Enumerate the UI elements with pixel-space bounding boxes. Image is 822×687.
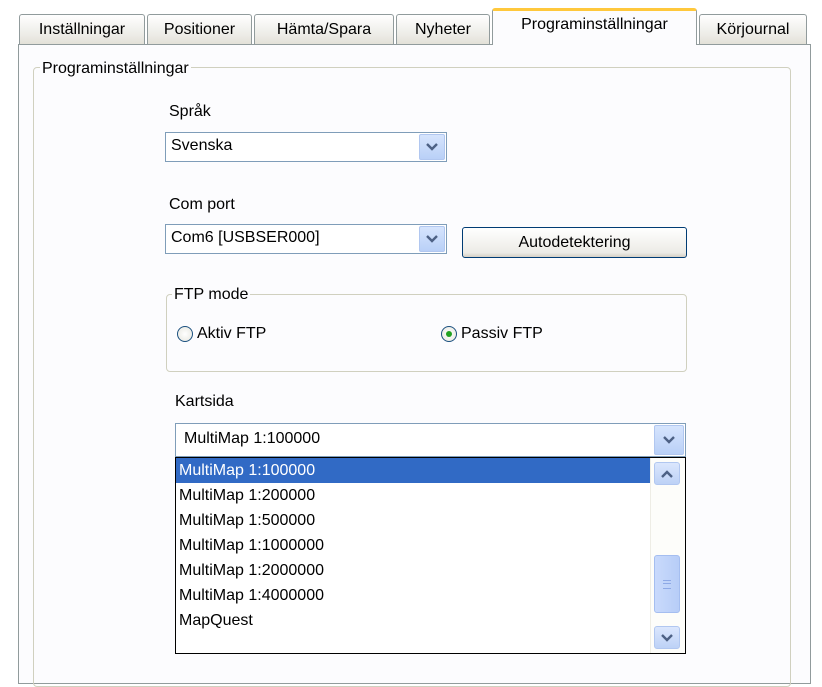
- list-item[interactable]: MultiMap 1:200000: [176, 483, 652, 508]
- tab-korjournal[interactable]: Körjournal: [699, 14, 807, 44]
- list-item[interactable]: MultiMap 1:500000: [176, 508, 652, 533]
- radio-checked-icon: [441, 326, 457, 342]
- scrollbar-thumb[interactable]: [654, 555, 680, 613]
- tab-hamta-spara[interactable]: Hämta/Spara: [254, 14, 394, 44]
- active-ftp-label: Aktiv FTP: [197, 325, 267, 342]
- list-item[interactable]: MultiMap 1:2000000: [176, 558, 652, 583]
- chevron-down-icon[interactable]: [654, 425, 684, 455]
- list-item[interactable]: MapQuest: [176, 608, 652, 633]
- ftp-mode-title: FTP mode: [172, 286, 251, 304]
- com-port-value: Com6 [USBSER000]: [171, 229, 320, 246]
- chevron-up-icon[interactable]: [654, 462, 680, 485]
- language-select[interactable]: Svenska: [165, 132, 447, 162]
- passive-ftp-radio[interactable]: Passiv FTP: [441, 325, 543, 343]
- com-port-label: Com port: [169, 196, 235, 213]
- passive-ftp-label: Passiv FTP: [461, 325, 543, 342]
- chevron-down-icon[interactable]: [419, 226, 445, 252]
- tab-programinstallningar[interactable]: Programinställningar: [492, 8, 697, 45]
- com-port-select[interactable]: Com6 [USBSER000]: [165, 224, 447, 254]
- map-page-value: MultiMap 1:100000: [184, 430, 321, 447]
- radio-unchecked-icon: [177, 326, 193, 342]
- chevron-down-icon[interactable]: [654, 626, 680, 649]
- map-page-label: Kartsida: [175, 393, 234, 410]
- map-page-select[interactable]: MultiMap 1:100000: [175, 423, 686, 457]
- tab-strip: Inställningar Positioner Hämta/Spara Nyh…: [0, 0, 822, 45]
- list-item[interactable]: MultiMap 1:100000: [176, 458, 652, 483]
- tab-positioner[interactable]: Positioner: [147, 14, 252, 44]
- tab-nyheter[interactable]: Nyheter: [396, 14, 490, 44]
- grip-icon: [663, 579, 671, 589]
- list-item[interactable]: MultiMap 1:1000000: [176, 533, 652, 558]
- tab-installningar[interactable]: Inställningar: [19, 14, 145, 44]
- list-item[interactable]: MultiMap 1:4000000: [176, 583, 652, 608]
- list-scrollbar[interactable]: [650, 458, 685, 653]
- language-label: Språk: [169, 103, 211, 120]
- map-page-dropdown-list[interactable]: MultiMap 1:100000 MultiMap 1:200000 Mult…: [175, 457, 686, 654]
- groupbox-title: Programinställningar: [40, 60, 191, 78]
- language-value: Svenska: [171, 137, 233, 154]
- chevron-down-icon[interactable]: [419, 134, 445, 160]
- autodetect-button[interactable]: Autodetektering: [462, 227, 687, 258]
- active-ftp-radio[interactable]: Aktiv FTP: [177, 325, 266, 343]
